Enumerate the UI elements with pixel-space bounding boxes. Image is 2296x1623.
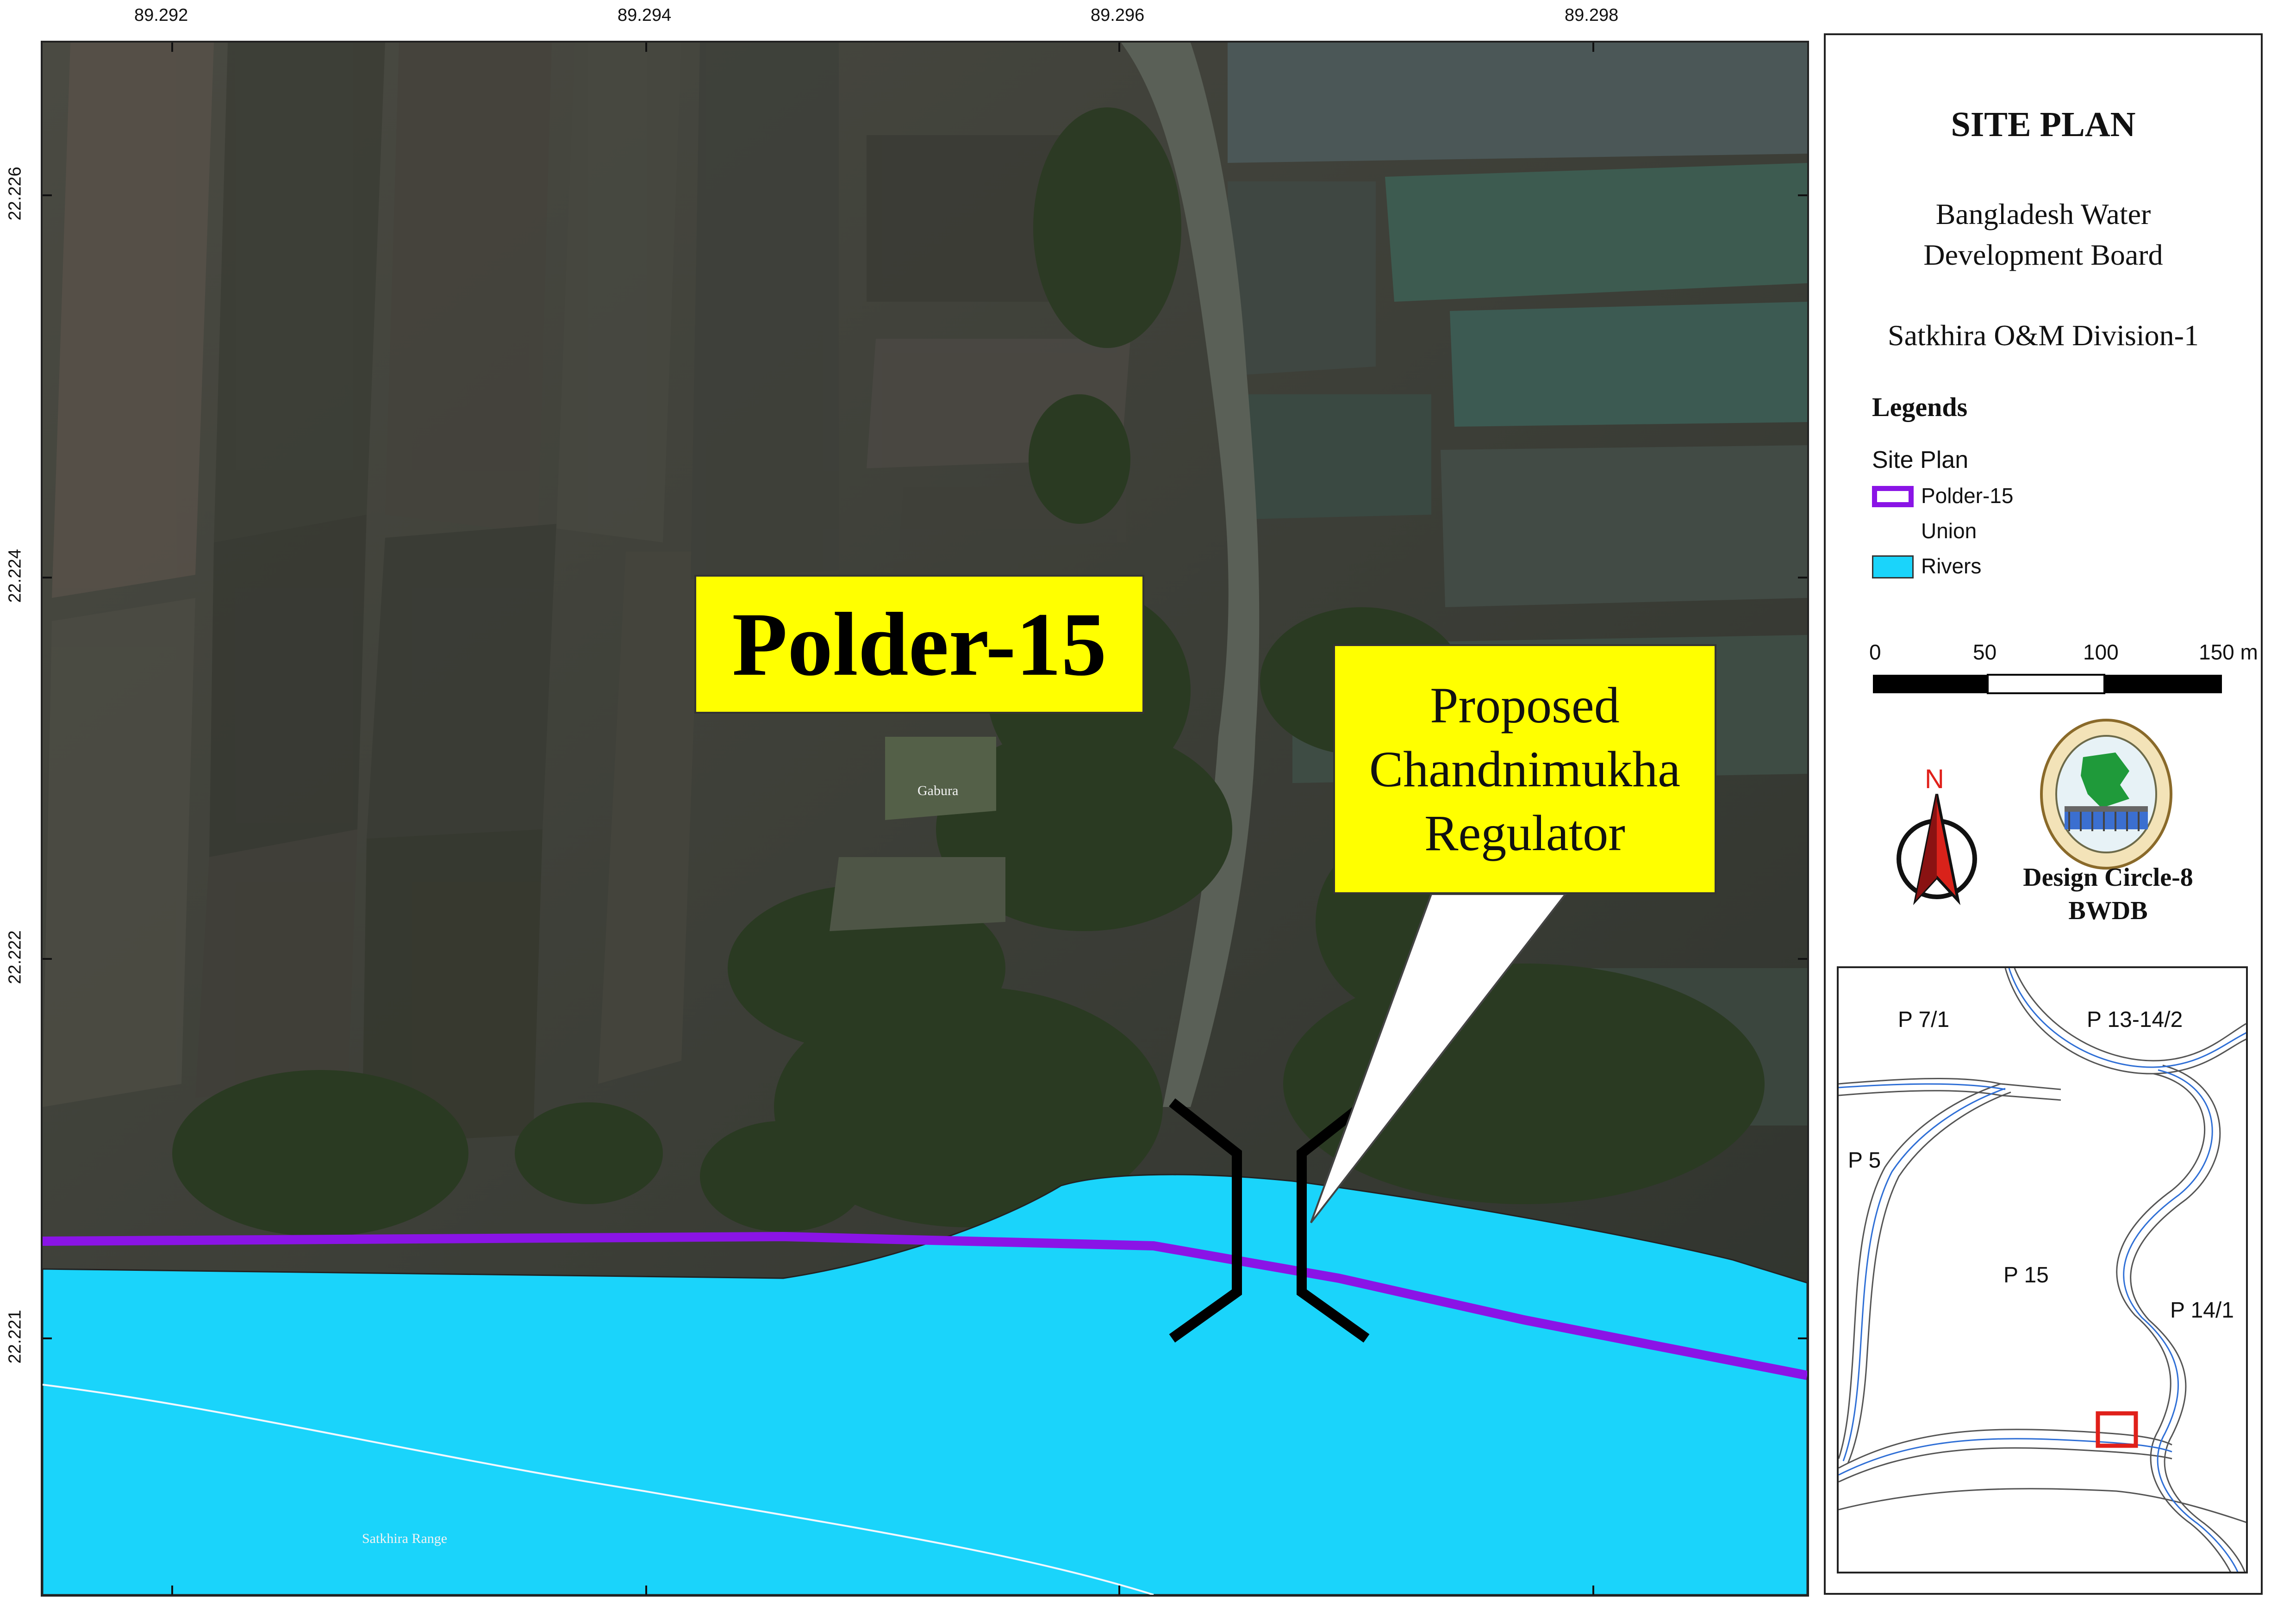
callout-line: Chandnimukha <box>1369 741 1681 797</box>
inset-locator-map[interactable]: P 7/1 P 13-14/2 P 5 P 15 P 14/1 <box>1837 966 2248 1573</box>
place-label-satkhira-range: Satkhira Range <box>362 1531 448 1546</box>
legend-item-label: Polder-15 <box>1921 484 2014 508</box>
organization-name: Bangladesh Water <box>1935 198 2151 230</box>
legend-item-label: Union <box>1921 519 1977 543</box>
division-name: Satkhira O&M Division-1 <box>1888 319 2199 352</box>
regulator-callout: Proposed Chandnimukha Regulator <box>1333 644 1716 894</box>
latitude-label: 22.224 <box>5 549 25 603</box>
latitude-label: 22.226 <box>5 167 25 221</box>
scale-tick-label: 100 <box>2083 640 2119 664</box>
longitude-label: 89.296 <box>1091 6 1145 25</box>
scale-bar <box>1873 674 2222 694</box>
scale-tick-label: 0 <box>1869 640 1881 664</box>
longitude-label: 89.292 <box>134 6 188 25</box>
gabura-field <box>885 737 996 820</box>
inset-polder-label: P 13-14/2 <box>2087 1007 2183 1032</box>
legends-heading: Legends <box>1872 392 1968 422</box>
polder-legend-swatch <box>1872 486 1914 507</box>
longitude-label: 89.298 <box>1565 6 1619 25</box>
polder-label-box: Polder-15 <box>694 575 1144 714</box>
legend-item-label: Rivers <box>1921 554 1982 578</box>
organization-name: Development Board <box>1923 238 2163 271</box>
site-plan-title: SITE PLAN <box>1951 105 2136 144</box>
credit-line: BWDB <box>2068 896 2148 925</box>
gabura-field-2 <box>830 857 1005 931</box>
bwdb-logo-icon <box>2040 719 2172 870</box>
scale-tick-label: 50 <box>1973 640 1997 664</box>
polder-label: Polder-15 <box>732 594 1107 695</box>
site-location-marker <box>2096 1411 2138 1448</box>
scale-tick-label: 150 m <box>2199 640 2258 664</box>
legend-group-title: Site Plan <box>1872 447 1969 473</box>
callout-line: Regulator <box>1424 805 1625 861</box>
rivers-legend-swatch <box>1872 555 1914 578</box>
credit-line: Design Circle-8 <box>2023 863 2193 892</box>
callout-line: Proposed <box>1430 677 1620 734</box>
inset-polder-label: P 14/1 <box>2170 1298 2234 1323</box>
inset-polder-label: P 7/1 <box>1898 1007 1950 1032</box>
latitude-label: 22.222 <box>5 930 25 984</box>
longitude-label: 89.294 <box>618 6 672 25</box>
inset-polder-label: P 15 <box>2003 1263 2049 1287</box>
place-label-gabura: Gabura <box>917 783 959 798</box>
north-letter: N <box>1925 764 1944 794</box>
inset-polder-label: P 5 <box>1848 1148 1881 1173</box>
latitude-label: 22.221 <box>5 1310 25 1364</box>
